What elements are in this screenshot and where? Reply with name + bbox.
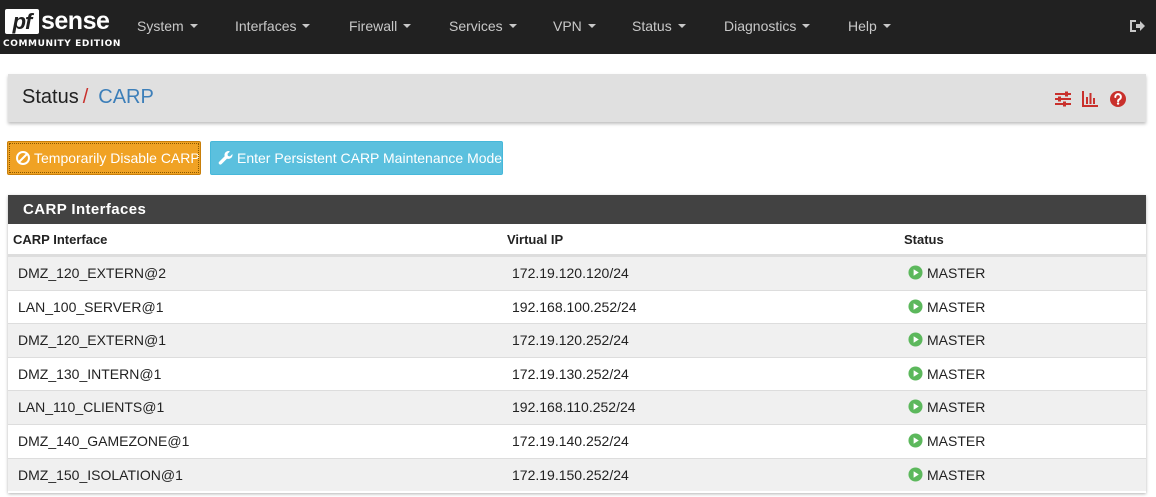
breadcrumb-panel: Status / CARP xyxy=(8,74,1146,122)
nav-services-label: Services xyxy=(449,18,503,34)
cell-status: MASTER xyxy=(908,366,985,382)
breadcrumb-current-link[interactable]: CARP xyxy=(98,86,154,108)
logo-pf: pf xyxy=(5,9,39,34)
nav-interfaces[interactable]: Interfaces xyxy=(235,18,311,34)
table-row: DMZ_140_GAMEZONE@1 172.19.140.252/24 MAS… xyxy=(8,423,1146,458)
cell-carp-interface: DMZ_130_INTERN@1 xyxy=(18,365,162,382)
nav-firewall-label: Firewall xyxy=(349,18,398,34)
cell-status: MASTER xyxy=(908,399,985,415)
cell-virtual-ip: 172.19.120.120/24 xyxy=(512,265,629,281)
sign-out-icon[interactable] xyxy=(1128,18,1146,34)
cell-virtual-ip: 172.19.130.252/24 xyxy=(512,365,629,382)
status-label: MASTER xyxy=(927,365,986,382)
table-row: DMZ_120_EXTERN@2 172.19.120.120/24 MASTE… xyxy=(8,256,1146,290)
temporarily-disable-carp-button[interactable]: Temporarily Disable CARP xyxy=(7,141,201,175)
caret-down-icon xyxy=(403,24,412,28)
cell-virtual-ip: 192.168.110.252/24 xyxy=(512,399,636,416)
cell-status: MASTER xyxy=(908,265,985,281)
play-circle-icon xyxy=(908,433,923,448)
play-circle-icon xyxy=(908,399,923,414)
play-circle-icon xyxy=(908,332,923,347)
cell-carp-interface: DMZ_140_GAMEZONE@1 xyxy=(18,432,190,449)
caret-down-icon xyxy=(189,24,198,28)
status-label: MASTER xyxy=(927,298,986,315)
nav-system[interactable]: System xyxy=(137,18,198,34)
caret-down-icon xyxy=(302,24,311,28)
persistent-maintenance-mode-label: Enter Persistent CARP Maintenance Mode xyxy=(237,150,503,166)
question-circle-icon[interactable] xyxy=(1109,90,1127,108)
cell-status: MASTER xyxy=(908,433,985,449)
table-row: DMZ_130_INTERN@1 172.19.130.252/24 MASTE… xyxy=(8,356,1146,391)
wrench-icon xyxy=(218,150,233,165)
nav-interfaces-label: Interfaces xyxy=(235,18,297,34)
caret-down-icon xyxy=(677,24,686,28)
logo-sense: sense xyxy=(41,7,110,35)
column-header-virtual-ip: Virtual IP xyxy=(507,232,564,247)
status-label: MASTER xyxy=(927,265,986,281)
bar-chart-icon[interactable] xyxy=(1081,90,1099,108)
cell-virtual-ip: 172.19.150.252/24 xyxy=(512,466,629,483)
sliders-icon[interactable] xyxy=(1054,90,1072,108)
table-row: DMZ_120_EXTERN@1 172.19.120.252/24 MASTE… xyxy=(8,323,1146,357)
cell-carp-interface: DMZ_120_EXTERN@1 xyxy=(18,332,167,349)
cell-carp-interface: DMZ_150_ISOLATION@1 xyxy=(18,466,183,483)
top-navbar: pf sense COMMUNITY EDITION System Interf… xyxy=(0,0,1156,54)
cell-virtual-ip: 172.19.140.252/24 xyxy=(512,432,629,449)
ban-icon xyxy=(16,151,30,165)
table-row: LAN_100_SERVER@1 192.168.100.252/24 MAST… xyxy=(8,289,1146,324)
status-label: MASTER xyxy=(927,399,986,416)
table-header: CARP Interface Virtual IP Status xyxy=(8,224,1146,256)
caret-down-icon xyxy=(802,24,811,28)
status-label: MASTER xyxy=(927,332,986,349)
nav-services[interactable]: Services xyxy=(449,18,517,34)
play-circle-icon xyxy=(908,366,923,381)
temporarily-disable-carp-label: Temporarily Disable CARP xyxy=(34,150,200,166)
caret-down-icon xyxy=(587,24,596,28)
nav-diagnostics-label: Diagnostics xyxy=(724,18,797,34)
breadcrumb-separator: / xyxy=(82,86,89,108)
table-body: DMZ_120_EXTERN@2 172.19.120.120/24 MASTE… xyxy=(8,256,1146,492)
cell-carp-interface: LAN_100_SERVER@1 xyxy=(18,298,164,315)
persistent-maintenance-mode-button[interactable]: Enter Persistent CARP Maintenance Mode xyxy=(210,141,503,175)
nav-status[interactable]: Status xyxy=(632,18,686,34)
logo-edition: COMMUNITY EDITION xyxy=(3,39,121,49)
pfsense-logo[interactable]: pf sense COMMUNITY EDITION xyxy=(3,7,120,51)
status-label: MASTER xyxy=(927,466,986,483)
carp-interfaces-heading: CARP Interfaces xyxy=(8,195,1146,224)
cell-status: MASTER xyxy=(908,467,985,483)
cell-virtual-ip: 192.168.100.252/24 xyxy=(512,298,637,315)
nav-status-label: Status xyxy=(632,18,672,34)
play-circle-icon xyxy=(908,265,923,280)
caret-down-icon xyxy=(508,24,517,28)
breadcrumb-icons xyxy=(1054,90,1132,108)
play-circle-icon xyxy=(908,299,923,314)
cell-carp-interface: LAN_110_CLIENTS@1 xyxy=(18,399,165,416)
nav-vpn[interactable]: VPN xyxy=(553,18,596,34)
nav-firewall[interactable]: Firewall xyxy=(349,18,412,34)
cell-virtual-ip: 172.19.120.252/24 xyxy=(512,332,629,349)
cell-carp-interface: DMZ_120_EXTERN@2 xyxy=(18,265,167,281)
nav-help[interactable]: Help xyxy=(848,18,891,34)
carp-interfaces-panel: CARP Interfaces CARP Interface Virtual I… xyxy=(8,195,1146,493)
nav-vpn-label: VPN xyxy=(553,18,582,34)
table-row: LAN_110_CLIENTS@1 192.168.110.252/24 MAS… xyxy=(8,390,1146,424)
breadcrumb: Status / CARP xyxy=(22,86,154,109)
caret-down-icon xyxy=(882,24,891,28)
status-label: MASTER xyxy=(927,432,986,449)
nav-diagnostics[interactable]: Diagnostics xyxy=(724,18,811,34)
nav-system-label: System xyxy=(137,18,184,34)
breadcrumb-parent: Status xyxy=(22,86,79,108)
column-header-status: Status xyxy=(904,232,944,247)
nav-help-label: Help xyxy=(848,18,877,34)
column-header-carp-interface: CARP Interface xyxy=(13,232,108,247)
play-circle-icon xyxy=(908,467,923,482)
cell-status: MASTER xyxy=(908,332,985,348)
cell-status: MASTER xyxy=(908,299,985,315)
table-row: DMZ_150_ISOLATION@1 172.19.150.252/24 MA… xyxy=(8,457,1146,492)
